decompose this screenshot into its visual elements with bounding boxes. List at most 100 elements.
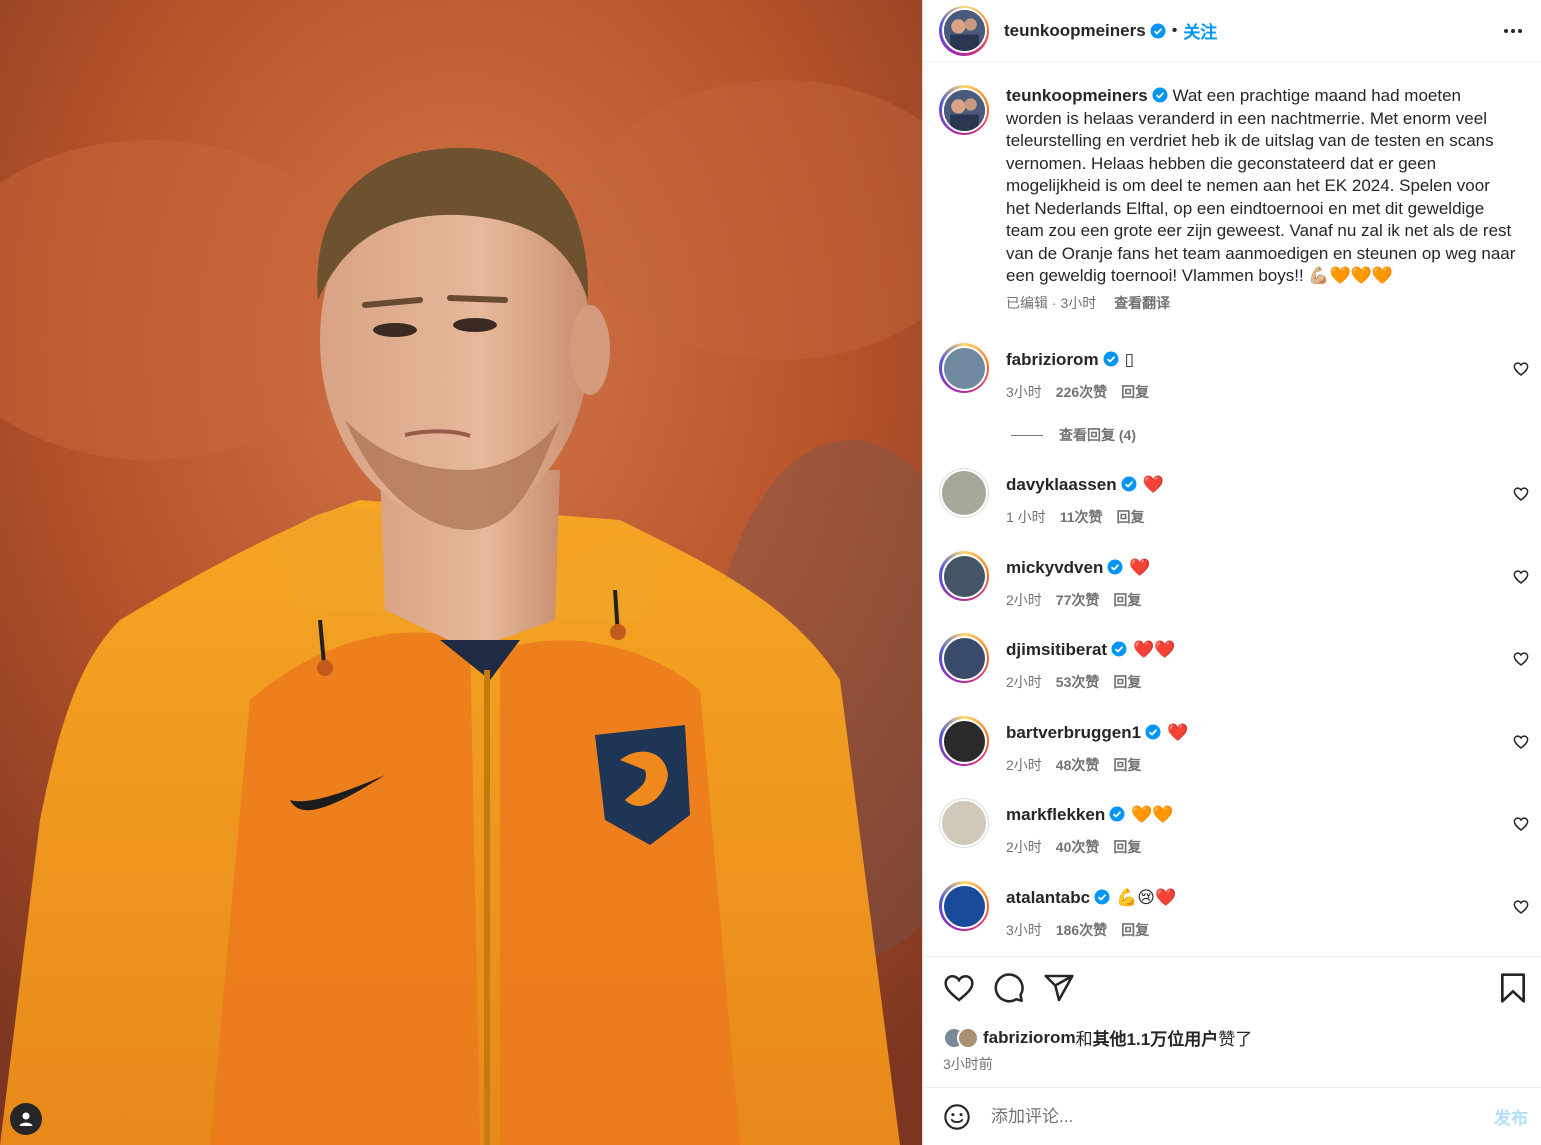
comment-username[interactable]: atalantabc bbox=[1006, 888, 1090, 907]
comment-meta: 2小时 77次赞 回复 bbox=[1006, 590, 1155, 610]
send-icon bbox=[1044, 974, 1074, 1002]
reply-button[interactable]: 回复 bbox=[1113, 592, 1141, 608]
comment-text: 🧡🧡 bbox=[1131, 805, 1174, 824]
heart-icon bbox=[1513, 735, 1529, 749]
comment-body: djimsitiberat ❤️❤️ bbox=[1006, 639, 1175, 662]
comment-text: ❤️❤️ bbox=[1133, 640, 1176, 659]
comment-username[interactable]: fabriziorom bbox=[1006, 350, 1099, 369]
comment-body: atalantabc 💪😢❤️ bbox=[1006, 887, 1176, 910]
verified-badge-icon bbox=[1107, 559, 1123, 575]
comment-like-button[interactable] bbox=[1513, 569, 1529, 590]
more-options-button[interactable] bbox=[1502, 20, 1524, 47]
more-icon bbox=[1504, 29, 1522, 33]
verified-badge-icon bbox=[1152, 87, 1168, 103]
verified-badge-icon bbox=[1109, 806, 1125, 822]
comment-avatar[interactable] bbox=[939, 633, 989, 683]
comment-username[interactable]: djimsitiberat bbox=[1006, 640, 1107, 659]
see-translation-link[interactable]: 查看翻译 bbox=[1114, 295, 1170, 311]
comment-time: 3小时 bbox=[1006, 921, 1042, 938]
view-replies-button[interactable]: 查看回复 (4) bbox=[1011, 425, 1136, 445]
comment-likes-count[interactable]: 48次赞 bbox=[1056, 757, 1100, 773]
comment-button[interactable] bbox=[993, 972, 1025, 1009]
caption-text: Wat een prachtige maand had moeten worde… bbox=[1006, 86, 1516, 285]
comment-input[interactable] bbox=[991, 1106, 1461, 1127]
edited-time: 已编辑 · 3小时 bbox=[1006, 294, 1097, 311]
reply-button[interactable]: 回复 bbox=[1117, 509, 1145, 525]
comment-likes-count[interactable]: 53次赞 bbox=[1056, 674, 1100, 690]
comment-avatar[interactable] bbox=[939, 716, 989, 766]
comment-like-button[interactable] bbox=[1513, 486, 1529, 507]
comment-likes-count[interactable]: 77次赞 bbox=[1056, 592, 1100, 608]
share-button[interactable] bbox=[1043, 972, 1075, 1009]
reply-button[interactable]: 回复 bbox=[1121, 384, 1149, 400]
likes-summary-user[interactable]: fabriziorom bbox=[983, 1028, 1076, 1048]
save-button[interactable] bbox=[1499, 972, 1527, 1009]
comment-username[interactable]: mickyvdven bbox=[1006, 558, 1103, 577]
caption-avatar[interactable] bbox=[939, 85, 989, 135]
heart-icon bbox=[1513, 652, 1529, 666]
likes-summary-others[interactable]: 其他1.1万位用户 bbox=[1093, 1025, 1219, 1050]
comment-like-button[interactable] bbox=[1513, 361, 1529, 382]
likes-summary[interactable]: fabriziorom 和 其他1.1万位用户 赞了 bbox=[943, 1025, 1252, 1050]
post-header: teunkoopmeiners • 关注 bbox=[923, 0, 1541, 62]
reply-button[interactable]: 回复 bbox=[1113, 839, 1141, 855]
comment-likes-count[interactable]: 11次赞 bbox=[1060, 509, 1103, 525]
person-icon bbox=[19, 1112, 33, 1126]
liker-avatar-2 bbox=[957, 1026, 979, 1049]
comment-meta: 2小时 40次赞 回复 bbox=[1006, 837, 1174, 857]
reply-button[interactable]: 回复 bbox=[1113, 757, 1141, 773]
verified-badge-icon bbox=[1103, 351, 1119, 367]
post-side-panel: teunkoopmeiners • 关注 teunkoopmeiners Wat… bbox=[922, 0, 1541, 1145]
heart-icon bbox=[1513, 900, 1529, 914]
comment-row: djimsitiberat ❤️❤️ 2小时 53次赞 回复 bbox=[939, 633, 1529, 692]
comments-list[interactable]: teunkoopmeiners Wat een prachtige maand … bbox=[923, 63, 1541, 956]
add-comment-bar: 发布 bbox=[923, 1087, 1541, 1145]
comment-row: bartverbruggen1 ❤️ 2小时 48次赞 回复 bbox=[939, 716, 1529, 775]
comment-meta: 3小时 186次赞 回复 bbox=[1006, 920, 1176, 940]
comment-text: ▯ bbox=[1124, 350, 1134, 369]
heart-icon bbox=[1513, 817, 1529, 831]
like-button[interactable] bbox=[943, 972, 975, 1009]
caption-username[interactable]: teunkoopmeiners bbox=[1006, 86, 1148, 105]
caption-emojis: 💪🏼🧡🧡🧡 bbox=[1308, 266, 1394, 285]
comment-avatar[interactable] bbox=[939, 468, 989, 518]
reply-button[interactable]: 回复 bbox=[1121, 922, 1149, 938]
comment-body: davyklaassen ❤️ bbox=[1006, 474, 1164, 497]
publish-button[interactable]: 发布 bbox=[1494, 1104, 1528, 1129]
author-avatar[interactable] bbox=[939, 5, 989, 56]
follow-button[interactable]: 关注 bbox=[1183, 18, 1217, 43]
comment-likes-count[interactable]: 186次赞 bbox=[1056, 922, 1107, 938]
comment-row: mickyvdven ❤️ 2小时 77次赞 回复 bbox=[939, 551, 1529, 610]
heart-icon bbox=[1513, 570, 1529, 584]
comment-like-button[interactable] bbox=[1513, 734, 1529, 755]
emoji-icon[interactable] bbox=[943, 1103, 971, 1131]
comment-avatar[interactable] bbox=[939, 881, 989, 931]
comment-username[interactable]: bartverbruggen1 bbox=[1006, 723, 1141, 742]
post-photo[interactable] bbox=[0, 0, 922, 1145]
comment-avatar[interactable] bbox=[939, 343, 989, 393]
author-username[interactable]: teunkoopmeiners bbox=[1004, 21, 1146, 41]
comment-avatar[interactable] bbox=[939, 798, 989, 848]
comment-avatar[interactable] bbox=[939, 551, 989, 601]
tagged-users-button[interactable] bbox=[10, 1103, 42, 1135]
comment-row: fabriziorom ▯ 3小时 226次赞 回复 bbox=[939, 343, 1529, 402]
comment-body: mickyvdven ❤️ bbox=[1006, 557, 1155, 580]
reply-button[interactable]: 回复 bbox=[1113, 674, 1141, 690]
comment-likes-count[interactable]: 40次赞 bbox=[1056, 839, 1100, 855]
comment-like-button[interactable] bbox=[1513, 899, 1529, 920]
comment-text: ❤️ bbox=[1142, 475, 1164, 494]
comment-text: ❤️ bbox=[1167, 723, 1189, 742]
comment-likes-count[interactable]: 226次赞 bbox=[1056, 384, 1107, 400]
comment-username[interactable]: markflekken bbox=[1006, 805, 1105, 824]
comment-icon bbox=[994, 973, 1024, 1003]
posted-time[interactable]: 3小时前 bbox=[943, 1054, 993, 1074]
comment-meta: 3小时 226次赞 回复 bbox=[1006, 382, 1163, 402]
comment-like-button[interactable] bbox=[1513, 816, 1529, 837]
comment-time: 3小时 bbox=[1006, 383, 1042, 400]
comment-username[interactable]: davyklaassen bbox=[1006, 475, 1117, 494]
separator-dot: • bbox=[1171, 21, 1178, 39]
comment-like-button[interactable] bbox=[1513, 651, 1529, 672]
bookmark-icon bbox=[1501, 973, 1525, 1003]
heart-icon bbox=[1513, 362, 1529, 376]
likes-summary-joiner: 和 bbox=[1075, 1030, 1093, 1049]
